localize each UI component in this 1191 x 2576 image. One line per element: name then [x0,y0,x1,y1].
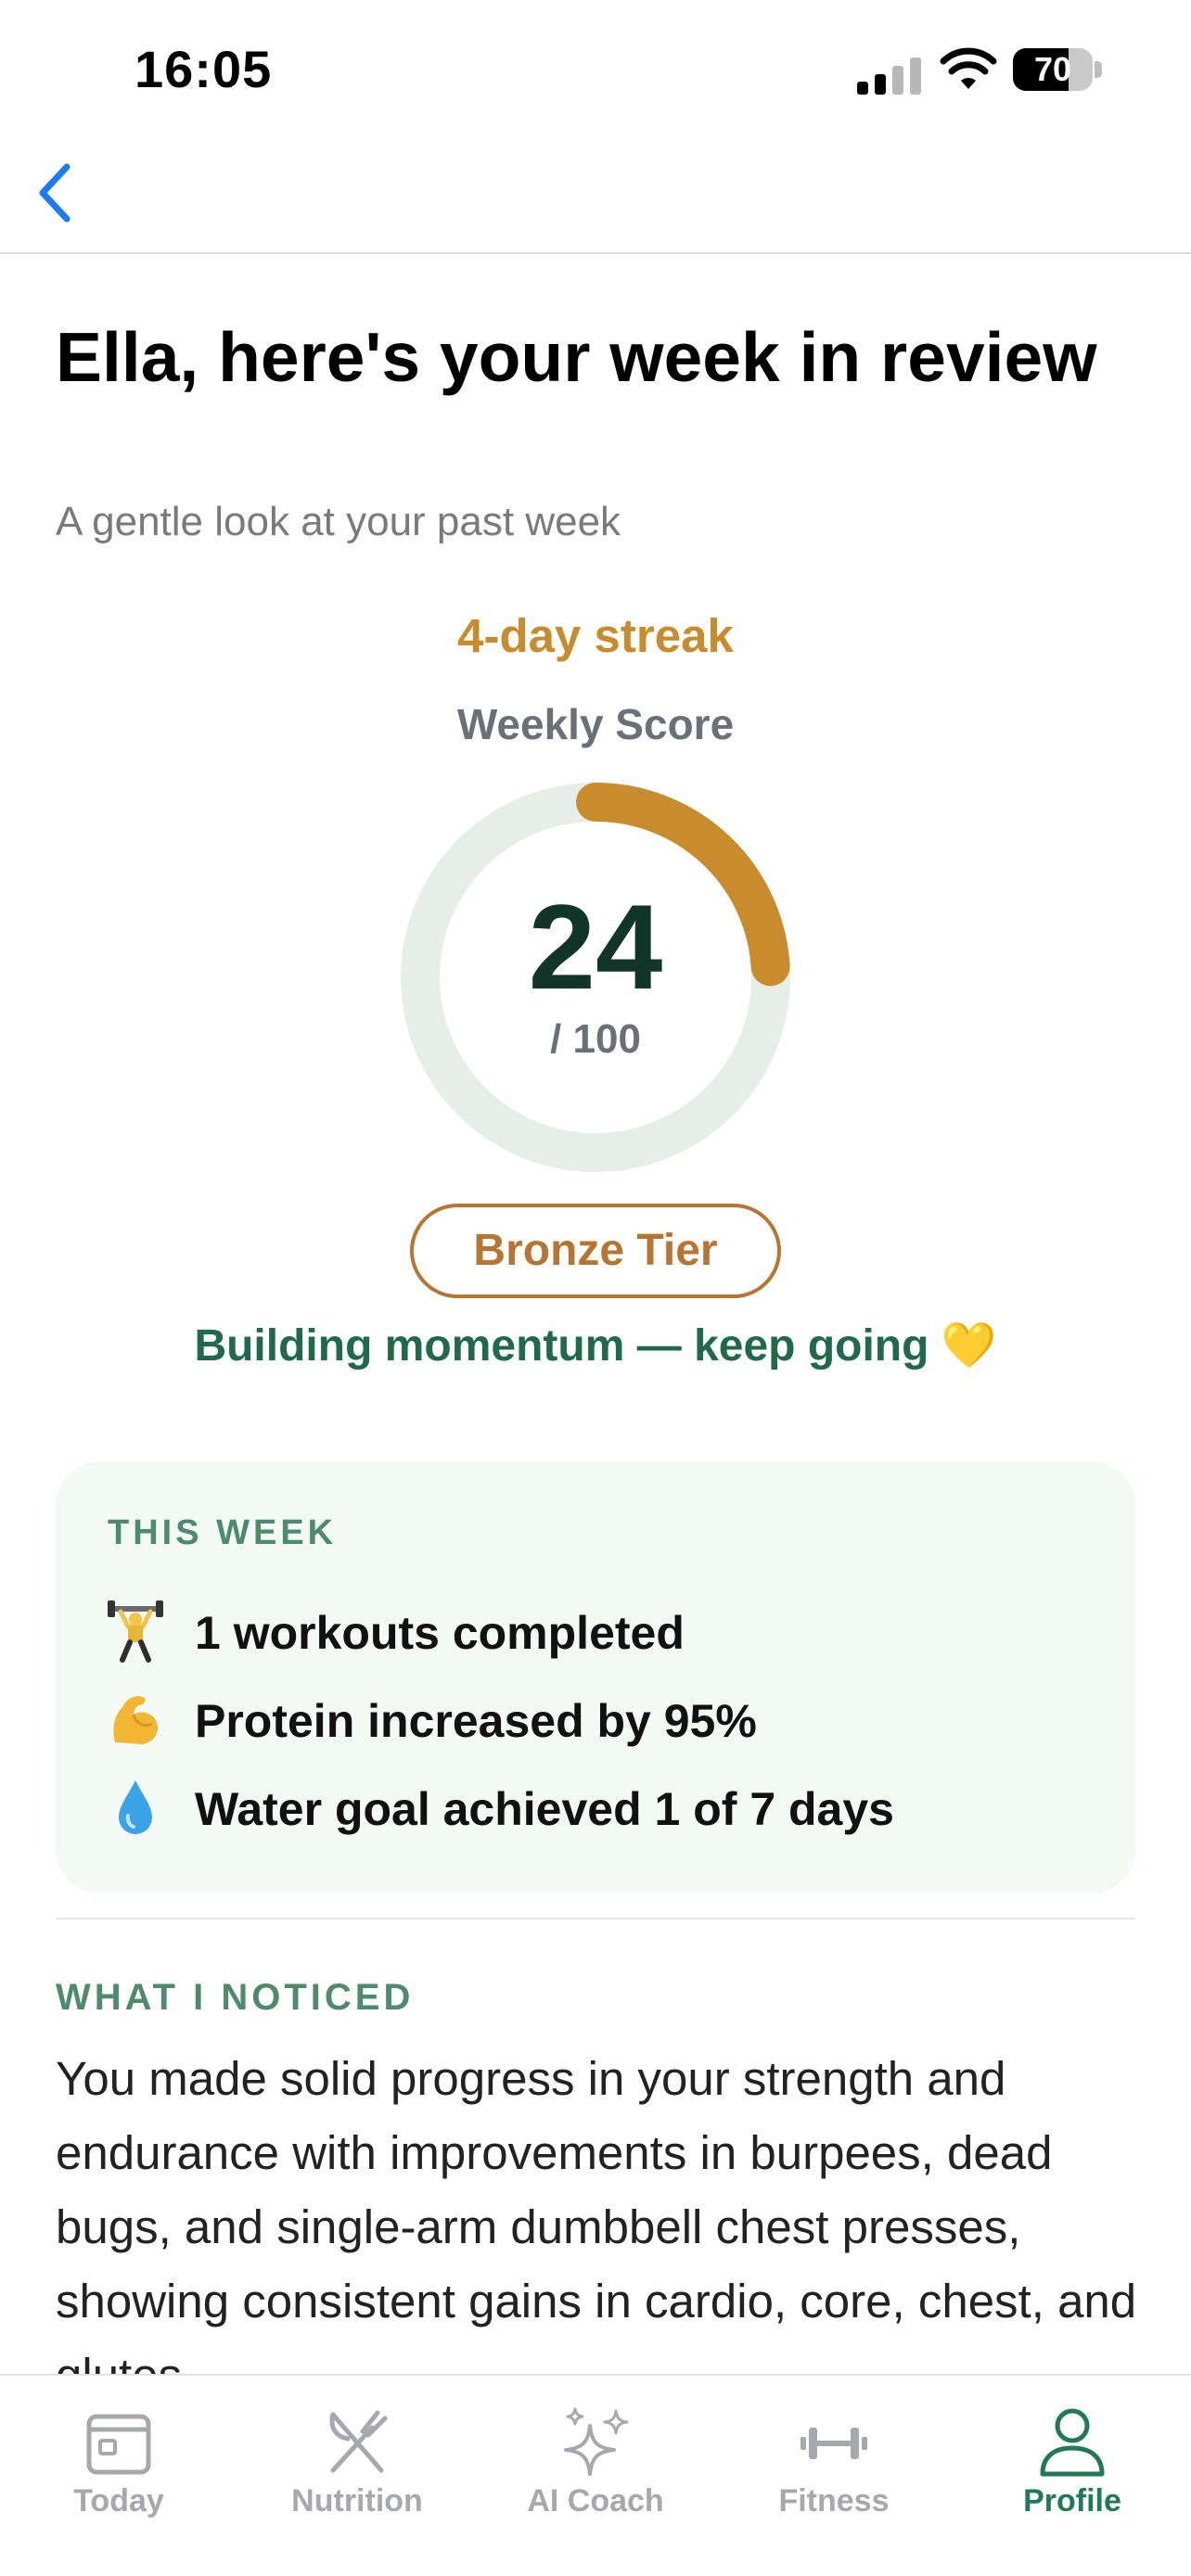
fork-knife-icon [329,2410,388,2473]
cellular-signal-icon [857,57,921,95]
section-divider [56,1918,1135,1919]
what-i-noticed-text: You made solid progress in your strength… [56,2052,1137,2374]
this-week-heading: THIS WEEK [108,1513,338,1552]
list-item-workouts: 1 workouts completed [108,1599,1091,1664]
sparkles-icon [564,2407,629,2476]
page-subtitle: A gentle look at your past week [56,499,621,544]
tab-label: AI Coach [527,2483,664,2519]
tab-nutrition[interactable]: Nutrition [238,2376,476,2576]
calendar-icon [86,2414,151,2475]
weightlifter-icon [108,1600,163,1663]
page-title: Ella, here's your week in review [56,318,1097,396]
weekly-score-label: Weekly Score [456,700,735,748]
tab-label: Nutrition [291,2483,423,2519]
tab-profile[interactable]: Profile [954,2376,1191,2576]
back-chevron-icon[interactable] [28,156,83,230]
score-max: / 100 [550,1016,641,1062]
score-value: 24 [528,879,663,1014]
protein-text: Protein increased by 95% [195,1695,757,1747]
status-bar: 16:05 70 [0,0,1191,139]
droplet-icon [119,1780,152,1834]
streak-label: 4-day streak [457,609,734,662]
tier-badge: Bronze Tier [410,1204,781,1298]
water-text: Water goal achieved 1 of 7 days [195,1783,894,1835]
review-content[interactable]: Ella, here's your week in review A gentl… [0,254,1191,2374]
battery-level: 70 [1033,50,1072,88]
momentum-message: Building momentum — keep going 💛 [194,1321,997,1371]
tab-label: Profile [1023,2483,1121,2519]
dumbbell-icon [800,2428,867,2459]
this-week-card: THIS WEEK 1 workouts completed Protein i… [56,1461,1135,1894]
nav-bar [0,139,1191,254]
battery-icon: 70 [1013,48,1102,91]
tab-label: Fitness [778,2483,890,2519]
list-item-protein: Protein increased by 95% [108,1687,1091,1752]
status-time: 16:05 [134,40,273,98]
workouts-text: 1 workouts completed [195,1607,685,1659]
tab-bar: Today Nutrition AI Coach Fitness Profile [0,2374,1191,2576]
tab-label: Today [73,2483,164,2519]
what-i-noticed-heading: WHAT I NOTICED [56,1977,415,2018]
person-icon [1040,2408,1105,2477]
tab-ai-coach[interactable]: AI Coach [477,2376,714,2576]
tab-today[interactable]: Today [0,2376,237,2576]
flexed-biceps-icon [113,1696,159,1744]
list-item-water: Water goal achieved 1 of 7 days [108,1775,1091,1840]
tab-fitness[interactable]: Fitness [715,2376,953,2576]
wifi-icon [940,47,997,89]
